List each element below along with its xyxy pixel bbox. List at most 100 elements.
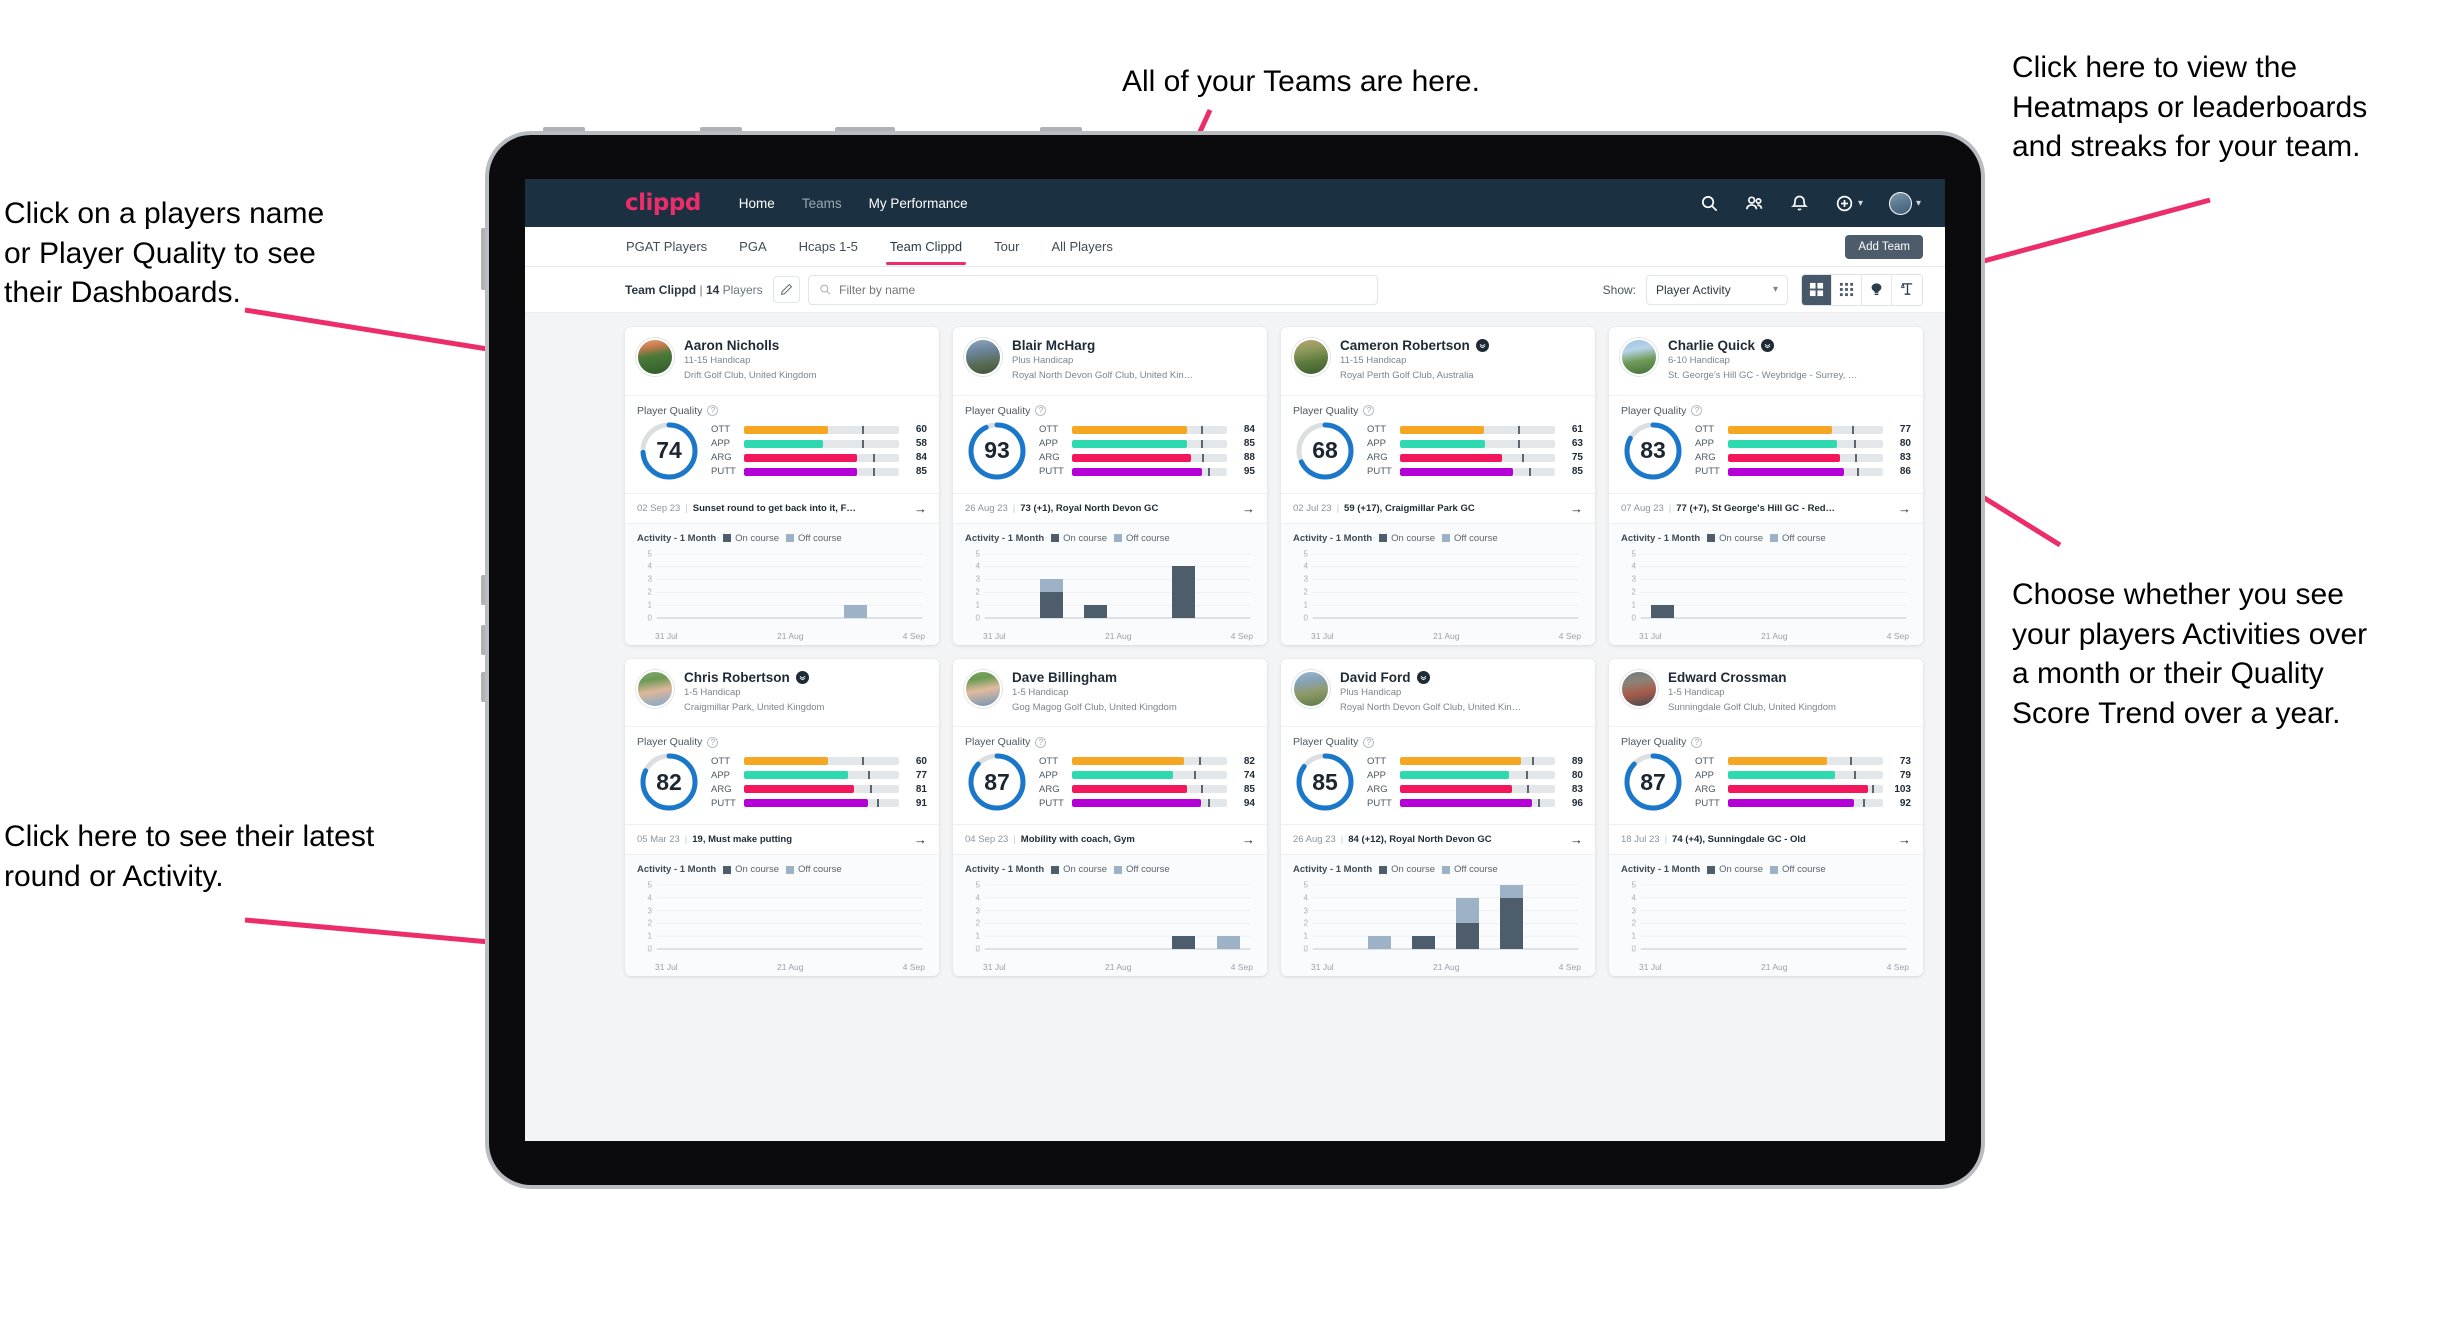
help-icon[interactable]: ? bbox=[707, 736, 719, 748]
round-separator: | bbox=[1012, 502, 1016, 514]
tab-pga[interactable]: PGA bbox=[738, 229, 767, 265]
nav-link-teams[interactable]: Teams bbox=[802, 196, 842, 211]
grid-large-view-button[interactable] bbox=[1802, 274, 1832, 305]
activity-title: Activity - 1 Month bbox=[1621, 532, 1701, 544]
player-card-header[interactable]: Aaron Nicholls 11-15 Handicap Drift Golf C… bbox=[625, 327, 939, 395]
latest-round-row[interactable]: 18 Jul 23 | 74 (+4), Sunningdale GC - Old → bbox=[1609, 824, 1923, 854]
help-icon[interactable]: ? bbox=[1363, 736, 1375, 748]
metric-value: 89 bbox=[1571, 755, 1583, 767]
player-card[interactable]: Cameron Robertson 11-15 Handicap Royal Per… bbox=[1281, 327, 1595, 645]
player-card-header[interactable]: Blair McHarg Plus Handicap Royal North Dev… bbox=[953, 327, 1267, 395]
arrow-right-icon[interactable]: → bbox=[1898, 832, 1911, 847]
player-name[interactable]: Edward Crossman bbox=[1668, 670, 1787, 685]
help-icon[interactable]: ? bbox=[1691, 405, 1703, 416]
player-name[interactable]: Chris Robertson bbox=[684, 670, 790, 685]
activity-section: Activity - 1 Month On course Off course 5 4 3… bbox=[1281, 522, 1595, 645]
metric-label: ARG bbox=[1039, 783, 1060, 795]
player-card-header[interactable]: Cameron Robertson 11-15 Handicap Royal Per… bbox=[1281, 327, 1595, 395]
player-quality-section[interactable]: Player Quality? 82 OTT 60 APP 77 ARG 81 PUTT 91 bbox=[625, 726, 939, 824]
metric-bar-fill bbox=[1400, 453, 1503, 462]
metric-bar-marker bbox=[868, 771, 870, 779]
player-quality-section[interactable]: Player Quality? 93 OTT 84 APP 85 ARG 88 PUTT 95 bbox=[953, 394, 1267, 493]
player-card[interactable]: Dave Billingham 1-5 Handicap Gog Magog Gol… bbox=[953, 658, 1267, 976]
latest-round-row[interactable]: 04 Sep 23 | Mobility with coach, Gym → bbox=[953, 824, 1267, 854]
player-card[interactable]: Edward Crossman 1-5 Handicap Sunningdale G… bbox=[1609, 658, 1923, 976]
help-icon[interactable]: ? bbox=[1035, 405, 1047, 416]
metric-row: ARG 84 bbox=[711, 451, 927, 465]
metric-row: OTT 73 bbox=[1695, 754, 1911, 768]
quality-ring: 68 bbox=[1293, 419, 1357, 483]
arrow-right-icon[interactable]: → bbox=[914, 832, 927, 847]
latest-round-row[interactable]: 07 Aug 23 | 77 (+7), St George's Hill GC -… bbox=[1609, 492, 1923, 523]
heatmap-view-button[interactable] bbox=[1862, 274, 1892, 305]
player-name[interactable]: David Ford bbox=[1340, 670, 1411, 685]
player-name[interactable]: Cameron Robertson bbox=[1340, 338, 1470, 353]
metric-label: PUTT bbox=[711, 797, 736, 809]
player-card-header[interactable]: Edward Crossman 1-5 Handicap Sunningdale G… bbox=[1609, 659, 1923, 727]
player-card[interactable]: Aaron Nicholls 11-15 Handicap Drift Golf C… bbox=[625, 327, 939, 645]
player-card-header[interactable]: Dave Billingham 1-5 Handicap Gog Magog Gol… bbox=[953, 659, 1267, 727]
player-name[interactable]: Charlie Quick bbox=[1668, 338, 1755, 353]
add-menu[interactable]: ▾ bbox=[1835, 194, 1863, 213]
arrow-right-icon[interactable]: → bbox=[1242, 832, 1255, 847]
arrow-right-icon[interactable]: → bbox=[1242, 501, 1255, 516]
player-card-header[interactable]: David Ford Plus Handicap Royal North Devon… bbox=[1281, 659, 1595, 727]
clippd-logo[interactable]: clippd bbox=[625, 190, 701, 216]
help-icon[interactable]: ? bbox=[1035, 736, 1047, 748]
edit-team-button[interactable] bbox=[772, 276, 800, 303]
player-card-header[interactable]: Charlie Quick 6-10 Handicap St. George's H… bbox=[1609, 327, 1923, 395]
tab-hcaps-1-5[interactable]: Hcaps 1-5 bbox=[798, 229, 859, 265]
tab-team-clippd[interactable]: Team Clippd bbox=[885, 229, 967, 265]
help-icon[interactable]: ? bbox=[1691, 736, 1703, 748]
tab-pgat-players[interactable]: PGAT Players bbox=[625, 229, 708, 265]
arrow-right-icon[interactable]: → bbox=[1570, 501, 1583, 516]
metric-label: ARG bbox=[711, 783, 732, 795]
latest-round-row[interactable]: 02 Jul 23 | 59 (+17), Craigmillar Park GC → bbox=[1281, 492, 1595, 523]
bell-icon[interactable] bbox=[1790, 194, 1809, 213]
grid-small-view-button[interactable] bbox=[1832, 274, 1862, 305]
round-description: Mobility with coach, Gym bbox=[1020, 834, 1135, 845]
tab-all-players[interactable]: All Players bbox=[1050, 229, 1113, 265]
round-description: 19, Must make putting bbox=[692, 834, 793, 845]
player-quality-section[interactable]: Player Quality? 68 OTT 61 APP 63 ARG 75 PUTT 85 bbox=[1281, 394, 1595, 493]
show-select[interactable]: Player Activity ▾ bbox=[1646, 274, 1788, 305]
player-name[interactable]: Aaron Nicholls bbox=[684, 338, 779, 353]
latest-round-row[interactable]: 26 Aug 23 | 73 (+1), Royal North Devon GC → bbox=[953, 492, 1267, 523]
arrow-right-icon[interactable]: → bbox=[1570, 832, 1583, 847]
account-menu[interactable]: ▾ bbox=[1888, 191, 1921, 215]
people-icon[interactable] bbox=[1745, 194, 1764, 213]
player-quality-section[interactable]: Player Quality? 83 OTT 77 APP 80 ARG 83 PUTT 86 bbox=[1609, 394, 1923, 493]
chart-x-tick: 31 Jul bbox=[1311, 962, 1334, 972]
latest-round-row[interactable]: 05 Mar 23 | 19, Must make putting → bbox=[625, 824, 939, 854]
search-field[interactable] bbox=[807, 274, 1378, 305]
help-icon[interactable]: ? bbox=[707, 405, 719, 416]
search-icon[interactable] bbox=[1700, 194, 1719, 213]
player-card[interactable]: Chris Robertson 1-5 Handicap Craigmillar P… bbox=[625, 658, 939, 976]
arrow-right-icon[interactable]: → bbox=[1898, 501, 1911, 516]
leaderboard-view-button[interactable] bbox=[1892, 274, 1922, 305]
search-input[interactable] bbox=[839, 282, 1367, 297]
latest-round-row[interactable]: 26 Aug 23 | 84 (+12), Royal North Devon GC… bbox=[1281, 824, 1595, 854]
player-quality-section[interactable]: Player Quality? 87 OTT 73 APP 79 ARG 103 PUTT 92 bbox=[1609, 726, 1923, 824]
player-card[interactable]: David Ford Plus Handicap Royal North Devon… bbox=[1281, 658, 1595, 976]
avatar bbox=[1620, 338, 1658, 376]
arrow-right-icon[interactable]: → bbox=[914, 501, 927, 516]
metric-row: ARG 85 bbox=[1039, 782, 1255, 796]
help-icon[interactable]: ? bbox=[1363, 405, 1375, 416]
nav-link-my-performance[interactable]: My Performance bbox=[869, 196, 968, 211]
player-card[interactable]: Blair McHarg Plus Handicap Royal North Dev… bbox=[953, 327, 1267, 645]
player-quality-section[interactable]: Player Quality? 85 OTT 89 APP 80 ARG 83 PUTT 96 bbox=[1281, 726, 1595, 824]
nav-link-home[interactable]: Home bbox=[739, 196, 775, 211]
player-quality-section[interactable]: Player Quality? 87 OTT 82 APP 74 ARG 85 PUTT 94 bbox=[953, 726, 1267, 824]
add-team-button[interactable]: Add Team bbox=[1845, 234, 1923, 259]
activity-header: Activity - 1 Month On course Off course bbox=[1621, 533, 1911, 544]
player-name[interactable]: Blair McHarg bbox=[1012, 338, 1095, 353]
player-card[interactable]: Charlie Quick 6-10 Handicap St. George's H… bbox=[1609, 327, 1923, 645]
player-quality-section[interactable]: Player Quality? 74 OTT 60 APP 58 ARG 84 PUTT 85 bbox=[625, 394, 939, 493]
latest-round-row[interactable]: 02 Sep 23 | Sunset round to get back into … bbox=[625, 492, 939, 523]
legend-off-course: Off course bbox=[786, 533, 842, 544]
metric-bar-track bbox=[1400, 771, 1555, 779]
tab-tour[interactable]: Tour bbox=[993, 229, 1020, 265]
player-name[interactable]: Dave Billingham bbox=[1012, 670, 1117, 685]
player-card-header[interactable]: Chris Robertson 1-5 Handicap Craigmillar P… bbox=[625, 659, 939, 727]
